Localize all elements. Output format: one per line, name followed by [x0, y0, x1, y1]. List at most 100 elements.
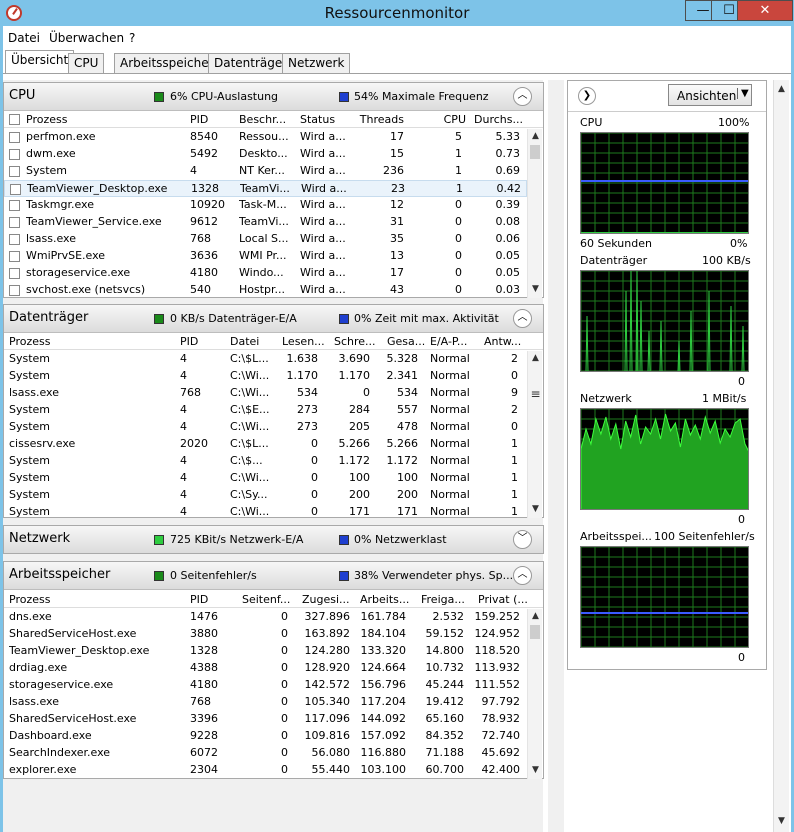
- table-row[interactable]: dwm.exe 5492 Deskto... Wird a... 15 1 0.73: [4, 146, 527, 163]
- disk-scrollbar[interactable]: ▲ ≡ ▼: [527, 351, 542, 518]
- table-row[interactable]: System 4 C:\$E... 273 284 557 Normal 2: [4, 402, 527, 419]
- scroll-down-icon[interactable]: ▼: [528, 282, 543, 297]
- table-row[interactable]: drdiag.exe 4388 0 128.920 124.664 10.732 113.9…: [4, 660, 527, 677]
- scroll-down-icon[interactable]: ▼: [774, 814, 789, 829]
- col-pid[interactable]: PID: [180, 335, 198, 348]
- expand-network-button[interactable]: ﹀: [513, 530, 532, 549]
- col-pid[interactable]: PID: [190, 113, 208, 126]
- table-row[interactable]: explorer.exe 2304 0 55.440 103.100 60.700 42.4…: [4, 762, 527, 779]
- table-row[interactable]: storageservice.exe 4180 0 142.572 156.796 45.…: [4, 677, 527, 694]
- table-row[interactable]: System 4 C:\Wi... 0 100 100 Normal 1: [4, 470, 527, 487]
- tab-overview[interactable]: Übersicht: [5, 50, 75, 74]
- collapse-memory-button[interactable]: ︿: [513, 566, 532, 585]
- row-checkbox[interactable]: [9, 132, 20, 143]
- scroll-thumb[interactable]: [530, 625, 540, 639]
- table-row[interactable]: TeamViewer_Desktop.exe 1328 TeamVi... Wird …: [4, 180, 527, 197]
- table-row[interactable]: WmiPrvSE.exe 3636 WMI Pr... Wird a... 13 0 0.0…: [4, 248, 527, 265]
- row-checkbox[interactable]: [9, 234, 20, 245]
- table-row[interactable]: SearchIndexer.exe 6072 0 56.080 116.880 71.18…: [4, 745, 527, 762]
- cpu-select-all-checkbox[interactable]: [9, 114, 20, 125]
- table-row[interactable]: System 4 C:\Wi... 0 171 171 Normal 1: [4, 504, 527, 521]
- tab-cpu[interactable]: CPU: [68, 53, 105, 73]
- right-scrollbar[interactable]: ▲ ▼: [773, 80, 789, 832]
- table-row[interactable]: TeamViewer_Desktop.exe 1328 0 124.280 133.32…: [4, 643, 527, 660]
- close-button[interactable]: ✕: [737, 0, 793, 21]
- row-checkbox[interactable]: [10, 184, 21, 195]
- scroll-up-icon[interactable]: ▲: [528, 351, 543, 366]
- collapse-disk-button[interactable]: ︿: [513, 309, 532, 328]
- table-row[interactable]: SharedServiceHost.exe 3880 0 163.892 184.104…: [4, 626, 527, 643]
- menu-help[interactable]: ?: [129, 31, 135, 45]
- col-durchschnitt[interactable]: Durchs...: [474, 113, 523, 126]
- table-row[interactable]: System 4 C:\$... 0 1.172 1.172 Normal 1: [4, 453, 527, 470]
- col-prozess[interactable]: Prozess: [9, 593, 50, 606]
- table-row[interactable]: System 4 C:\Wi... 273 205 478 Normal 0: [4, 419, 527, 436]
- col-antwortzeit[interactable]: Antw...: [484, 335, 521, 348]
- scroll-up-icon[interactable]: ▲: [528, 609, 543, 624]
- scroll-up-icon[interactable]: ▲: [774, 82, 789, 97]
- table-row[interactable]: Taskmgr.exe 10920 Task-M... Wird a... 12 0 0.3…: [4, 197, 527, 214]
- table-row[interactable]: perfmon.exe 8540 Ressou... Wird a... 17 5 5.33: [4, 129, 527, 146]
- col-zugesichert[interactable]: Zugesi...: [302, 593, 350, 606]
- table-row[interactable]: SharedServiceHost.exe 3396 0 117.096 144.092…: [4, 711, 527, 728]
- col-privat[interactable]: Privat (...: [478, 593, 528, 606]
- table-row[interactable]: lsass.exe 768 C:\Wi... 534 0 534 Normal 9: [4, 385, 527, 402]
- col-arbeitssatz[interactable]: Arbeits...: [360, 593, 409, 606]
- dropdown-arrow-icon[interactable]: ▼: [737, 88, 749, 99]
- tab-disk[interactable]: Datenträger: [208, 53, 294, 73]
- col-datei[interactable]: Datei: [230, 335, 259, 348]
- table-row[interactable]: System 4 C:\$L... 1.638 3.690 5.328 Normal 2: [4, 351, 527, 368]
- col-freigabe[interactable]: Freiga...: [421, 593, 465, 606]
- network-header[interactable]: Netzwerk 725 KBit/s Netzwerk-E/A 0% Netz…: [4, 526, 543, 553]
- col-status[interactable]: Status: [300, 113, 335, 126]
- col-prozess[interactable]: Prozess: [9, 335, 50, 348]
- col-ea-prioritaet[interactable]: E/A-P...: [430, 335, 467, 348]
- row-checkbox[interactable]: [9, 251, 20, 262]
- col-threads[interactable]: Threads: [354, 113, 404, 126]
- scroll-grip-icon[interactable]: ≡: [528, 387, 543, 402]
- col-gesamt[interactable]: Gesa...: [387, 335, 425, 348]
- col-lesen[interactable]: Lesen...: [282, 335, 325, 348]
- table-row[interactable]: Dashboard.exe 9228 0 109.816 157.092 84.352 72…: [4, 728, 527, 745]
- table-row[interactable]: lsass.exe 768 Local S... Wird a... 35 0 0.06: [4, 231, 527, 248]
- col-cpu[interactable]: CPU: [424, 113, 466, 126]
- cpu-scrollbar[interactable]: ▲ ▼: [527, 129, 542, 298]
- table-row[interactable]: System 4 C:\Sy... 0 200 200 Normal 1: [4, 487, 527, 504]
- views-dropdown[interactable]: Ansichten ▼: [668, 84, 752, 106]
- splitter[interactable]: [548, 80, 564, 832]
- memory-scrollbar[interactable]: ▲ ▼: [527, 609, 542, 779]
- row-checkbox[interactable]: [9, 217, 20, 228]
- table-row[interactable]: cissesrv.exe 2020 C:\$L... 0 5.266 5.266 Norma…: [4, 436, 527, 453]
- scroll-down-icon[interactable]: ▼: [528, 502, 543, 517]
- col-beschreibung[interactable]: Beschr...: [239, 113, 286, 126]
- row-checkbox[interactable]: [9, 285, 20, 296]
- col-schreiben[interactable]: Schre...: [334, 335, 376, 348]
- tab-memory[interactable]: Arbeitsspeicher: [114, 53, 220, 73]
- table-row[interactable]: dns.exe 1476 0 327.896 161.784 2.532 159.252: [4, 609, 527, 626]
- chevron-right-icon[interactable]: ❯: [578, 87, 596, 105]
- scroll-up-icon[interactable]: ▲: [528, 129, 543, 144]
- memory-header[interactable]: Arbeitsspeicher 0 Seitenfehler/s 38% Ver…: [4, 562, 543, 590]
- table-cell: 60.700: [425, 763, 465, 776]
- row-checkbox[interactable]: [9, 200, 20, 211]
- disk-header[interactable]: Datenträger 0 KB/s Datenträger-E/A 0% Ze…: [4, 305, 543, 333]
- menu-ueberwachen[interactable]: Überwachen: [49, 31, 124, 45]
- scroll-down-icon[interactable]: ▼: [528, 763, 543, 778]
- table-row[interactable]: TeamViewer_Service.exe 9612 TeamVi... Wird …: [4, 214, 527, 231]
- cpu-header[interactable]: CPU 6% CPU-Auslastung 54% Maximale Frequ…: [4, 83, 543, 111]
- row-checkbox[interactable]: [9, 149, 20, 160]
- table-row[interactable]: System 4 C:\Wi... 1.170 1.170 2.341 Normal 0: [4, 368, 527, 385]
- collapse-cpu-button[interactable]: ︿: [513, 87, 532, 106]
- tab-network[interactable]: Netzwerk: [282, 53, 351, 73]
- scroll-thumb[interactable]: [530, 145, 540, 159]
- menu-datei[interactable]: Datei: [8, 31, 40, 45]
- table-row[interactable]: svchost.exe (netsvcs) 540 Hostpr... Wird a.…: [4, 282, 527, 299]
- table-row[interactable]: lsass.exe 768 0 105.340 117.204 19.412 97.792: [4, 694, 527, 711]
- table-row[interactable]: storageservice.exe 4180 Windo... Wird a... 1…: [4, 265, 527, 282]
- row-checkbox[interactable]: [9, 268, 20, 279]
- table-row[interactable]: System 4 NT Ker... Wird a... 236 1 0.69: [4, 163, 527, 180]
- col-seitenfehler[interactable]: Seitenf...: [242, 593, 290, 606]
- col-pid[interactable]: PID: [190, 593, 208, 606]
- row-checkbox[interactable]: [9, 166, 20, 177]
- col-prozess[interactable]: Prozess: [26, 113, 67, 126]
